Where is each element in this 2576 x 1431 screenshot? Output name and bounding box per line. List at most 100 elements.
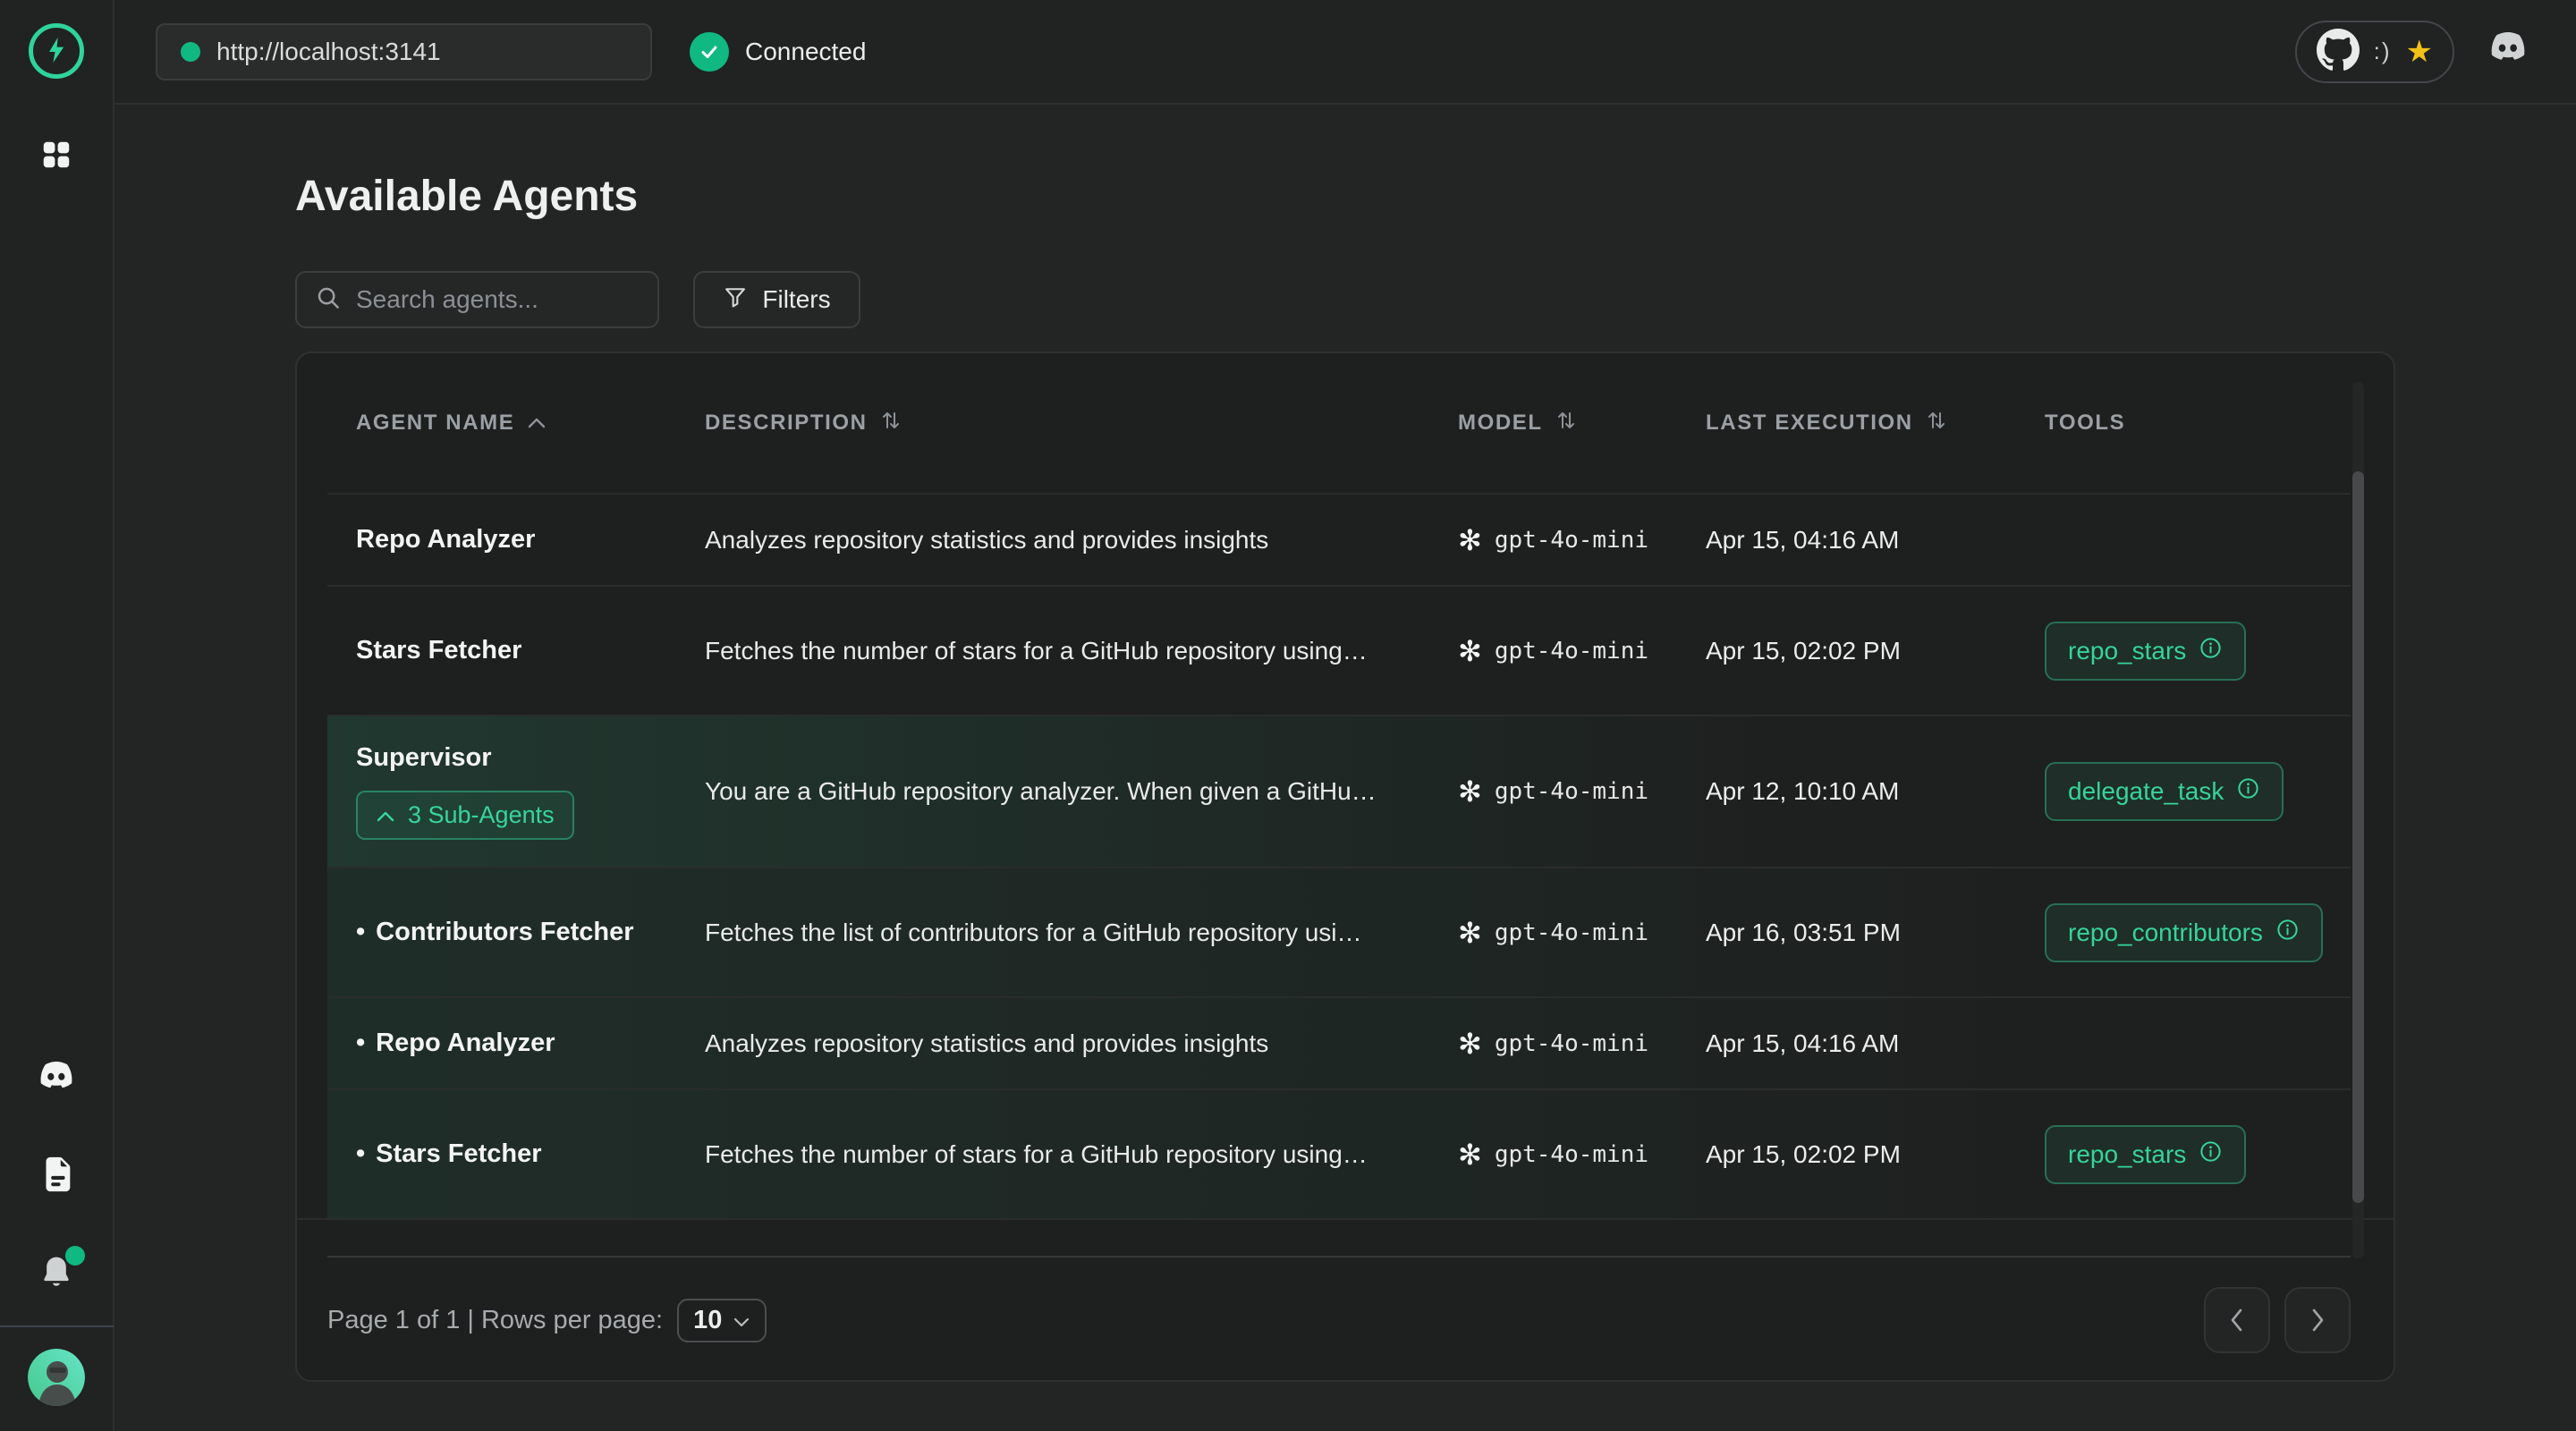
openai-icon: ✻ [1458, 637, 1482, 665]
scrollbar-thumb[interactable] [2352, 471, 2364, 1203]
notification-dot [65, 1246, 85, 1266]
model-name: gpt-4o-mini [1495, 778, 1648, 805]
tool-badge[interactable]: repo_contributors [2045, 903, 2323, 962]
agent-name: Supervisor [356, 743, 492, 773]
sub-agents-toggle[interactable]: 3 Sub-Agents [356, 791, 574, 840]
model-cell: ✻ gpt-4o-mini [1458, 637, 1706, 665]
agent-name-cell: Stars Fetcher [327, 636, 705, 665]
agent-name: Contributors Fetcher [376, 918, 633, 947]
rows-per-page-value: 10 [693, 1306, 722, 1335]
column-label: Model [1458, 411, 1543, 436]
search-box[interactable] [295, 271, 659, 328]
sub-agent-bullet: • [356, 1139, 365, 1169]
discord-icon[interactable] [2485, 32, 2531, 71]
column-header-description[interactable]: Description [705, 409, 1458, 438]
agent-name-cell: • Repo Analyzer [327, 1029, 705, 1058]
agent-description: Fetches the number of stars for a GitHub… [705, 637, 1458, 665]
table-row[interactable]: Stars Fetcher Fetches the number of star… [327, 585, 2351, 715]
table-row[interactable]: Supervisor 3 Sub-Agents You are a GitHub… [327, 715, 2351, 867]
tool-name: repo_stars [2068, 1140, 2186, 1169]
column-header-tools: Tools [2045, 411, 2351, 436]
column-header-model[interactable]: Model [1458, 409, 1706, 438]
openai-icon: ✻ [1458, 526, 1482, 555]
github-smiley-label: :) [2374, 38, 2392, 65]
connection-status: Connected [690, 32, 866, 72]
sub-agents-label: 3 Sub-Agents [408, 801, 555, 829]
server-url: http://localhost:3141 [216, 38, 441, 66]
agent-name-cell: • Stars Fetcher [327, 1139, 705, 1169]
last-execution: Apr 15, 02:02 PM [1706, 1140, 2045, 1169]
tools-cell: repo_stars [2045, 622, 2351, 681]
last-execution: Apr 16, 03:51 PM [1706, 919, 2045, 947]
table-row[interactable]: • Repo Analyzer Analyzes repository stat… [327, 996, 2351, 1088]
documents-icon[interactable] [36, 1154, 77, 1198]
github-star-button[interactable]: :) ★ [2295, 21, 2454, 83]
chevron-up-icon [376, 801, 395, 829]
info-icon [2275, 918, 2300, 948]
pager [2204, 1287, 2351, 1353]
model-name: gpt-4o-mini [1495, 919, 1648, 946]
agent-name-cell: • Contributors Fetcher [327, 918, 705, 947]
filters-button[interactable]: Filters [693, 271, 860, 328]
agent-name-cell: Repo Analyzer [327, 525, 705, 555]
discord-icon[interactable] [35, 1062, 78, 1098]
previous-page-button[interactable] [2204, 1287, 2270, 1353]
agent-name: Stars Fetcher [356, 636, 521, 665]
sidebar-divider [0, 1325, 114, 1327]
model-cell: ✻ gpt-4o-mini [1458, 1140, 1706, 1169]
table-row[interactable]: • Stars Fetcher Fetches the number of st… [327, 1088, 2351, 1218]
last-execution: Apr 12, 10:10 AM [1706, 777, 2045, 806]
table-row[interactable]: • Contributors Fetcher Fetches the list … [327, 867, 2351, 996]
tools-cell: delegate_task [2045, 762, 2351, 821]
sort-both-icon [1926, 409, 1947, 438]
model-name: gpt-4o-mini [1495, 1141, 1648, 1168]
table-row[interactable]: Repo Analyzer Analyzes repository statis… [327, 493, 2351, 585]
agent-name: Stars Fetcher [376, 1139, 541, 1169]
last-execution: Apr 15, 04:16 AM [1706, 1029, 2045, 1058]
filters-label: Filters [762, 285, 830, 314]
tool-name: repo_stars [2068, 637, 2186, 665]
table-rows: Repo Analyzer Analyzes repository statis… [297, 493, 2394, 1220]
sort-both-icon [880, 409, 902, 438]
status-label: Connected [745, 38, 866, 66]
server-url-input[interactable]: http://localhost:3141 [156, 23, 652, 80]
rows-per-page-select[interactable]: 10 [677, 1299, 767, 1342]
next-page-button[interactable] [2284, 1287, 2351, 1353]
model-name: gpt-4o-mini [1495, 1030, 1648, 1057]
agent-name-cell: Supervisor 3 Sub-Agents [327, 743, 705, 840]
tool-badge[interactable]: repo_stars [2045, 1125, 2246, 1184]
app-logo[interactable] [29, 23, 84, 79]
server-status-dot [181, 42, 200, 62]
star-icon: ★ [2406, 37, 2433, 67]
agent-name: Repo Analyzer [356, 525, 535, 555]
agent-description: Fetches the list of contributors for a G… [705, 919, 1458, 947]
column-header-last-execution[interactable]: Last Execution [1706, 409, 2045, 438]
search-input[interactable] [356, 285, 640, 314]
table-header: Agent Name Description Model [327, 353, 2351, 493]
github-icon [2317, 29, 2360, 74]
agents-table-card: Agent Name Description Model [295, 351, 2395, 1382]
sub-agent-bullet: • [356, 918, 365, 947]
tool-badge[interactable]: delegate_task [2045, 762, 2284, 821]
toolbar: Filters [295, 271, 2395, 328]
column-header-agent-name[interactable]: Agent Name [327, 411, 705, 436]
openai-icon: ✻ [1458, 919, 1482, 947]
chevron-down-icon [733, 1306, 750, 1335]
column-label: Last Execution [1706, 411, 1913, 436]
notifications-bell-icon[interactable] [37, 1253, 76, 1295]
info-icon [2236, 776, 2260, 807]
info-icon [2199, 636, 2223, 666]
apps-grid-icon[interactable] [39, 138, 73, 174]
agent-description: Fetches the number of stars for a GitHub… [705, 1140, 1458, 1169]
tool-badge[interactable]: repo_stars [2045, 622, 2246, 681]
main-content: Available Agents Filters [114, 105, 2576, 1431]
sidebar-bottom-group [35, 1062, 78, 1295]
sort-both-icon [1555, 409, 1577, 438]
search-icon [315, 284, 342, 316]
openai-icon: ✻ [1458, 777, 1482, 806]
last-execution: Apr 15, 02:02 PM [1706, 637, 2045, 665]
user-avatar[interactable] [28, 1349, 85, 1406]
agent-description: You are a GitHub repository analyzer. Wh… [705, 777, 1458, 806]
tools-cell: repo_stars [2045, 1125, 2351, 1184]
pagination-info: Page 1 of 1 | Rows per page: 10 [327, 1299, 767, 1342]
